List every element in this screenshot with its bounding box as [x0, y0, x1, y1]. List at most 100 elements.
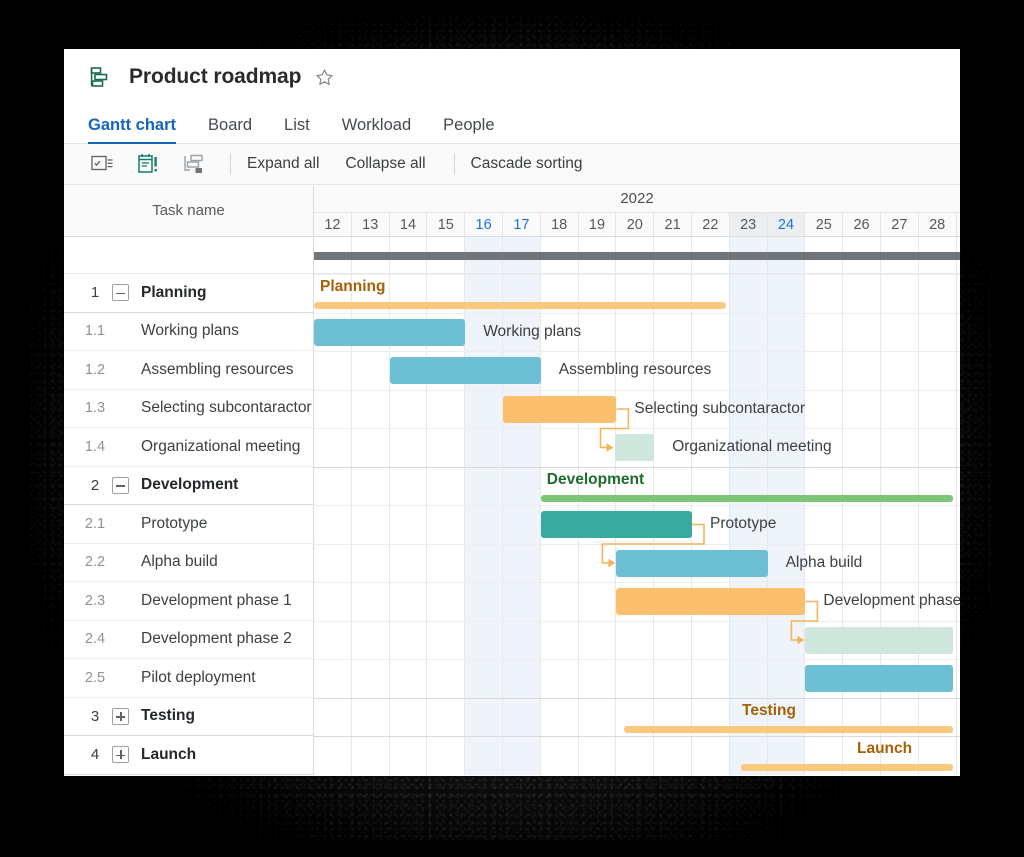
view-tab-bar: Gantt chart Board List Workload People — [64, 105, 960, 144]
week-header-cell[interactable]: 23 — [730, 213, 768, 236]
gantt-task-bar[interactable] — [805, 627, 952, 654]
gantt-task-bar[interactable] — [390, 357, 541, 384]
task-name-label: Development phase 2 — [141, 630, 292, 648]
collapse-all-button[interactable]: Collapse all — [345, 155, 425, 173]
task-row[interactable]: 1Planning — [64, 274, 313, 313]
gantt-task-bar[interactable] — [541, 511, 692, 538]
task-wbs-number: 2 — [78, 477, 112, 494]
task-wbs-number: 1.3 — [78, 400, 112, 416]
row-gridline — [314, 582, 960, 583]
task-row[interactable]: 1.3Selecting subcontaractor — [64, 390, 313, 429]
week-header-cell[interactable]: 19 — [579, 213, 617, 236]
column-gridline — [804, 237, 805, 775]
gantt-bar-label: Prototype — [710, 515, 776, 533]
task-row[interactable]: 4Launch — [64, 736, 313, 775]
collapse-group-icon[interactable] — [112, 284, 129, 301]
week-header-cell[interactable]: 20 — [616, 213, 654, 236]
task-row[interactable]: 2.3Development phase 1 — [64, 582, 313, 621]
gantt-summary-bar[interactable] — [741, 764, 953, 771]
task-row[interactable]: 3Testing — [64, 698, 313, 737]
week-header-cell[interactable]: 26 — [843, 213, 881, 236]
collapse-group-icon[interactable] — [112, 477, 129, 494]
gantt-summary-bar[interactable] — [624, 726, 953, 733]
week-header-cell[interactable]: 24 — [768, 213, 806, 236]
task-row[interactable]: 2.5Pilot deployment — [64, 659, 313, 698]
task-row[interactable]: 2.4Development phase 2 — [64, 621, 313, 660]
task-name-label: Prototype — [141, 515, 207, 533]
dependency-arrow — [314, 237, 960, 775]
gantt-task-bar[interactable] — [503, 396, 616, 423]
column-gridline — [540, 237, 541, 775]
star-outline-icon[interactable] — [315, 68, 334, 87]
week-header-cell[interactable]: 12 — [314, 213, 352, 236]
task-wbs-number: 1.4 — [78, 439, 112, 455]
tab-workload[interactable]: Workload — [342, 116, 411, 143]
row-gridline — [314, 621, 960, 622]
week-header-cell[interactable]: 15 — [427, 213, 465, 236]
gantt-summary-bar[interactable] — [314, 302, 726, 309]
cascade-sorting-button[interactable]: Cascade sorting — [471, 155, 583, 173]
task-row[interactable]: 2.1 Prototype — [64, 505, 313, 544]
gantt-summary-label: Development — [547, 471, 644, 489]
tab-gantt-chart[interactable]: Gantt chart — [88, 116, 176, 143]
indent-structure-icon[interactable] — [182, 152, 206, 176]
gantt-task-bar[interactable] — [615, 434, 655, 461]
task-wbs-number: 2.2 — [78, 554, 112, 570]
expand-all-button[interactable]: Expand all — [247, 155, 319, 173]
week-header-cell[interactable]: 18 — [541, 213, 579, 236]
task-row[interactable]: 1.1Working plans — [64, 313, 313, 352]
week-header-cell[interactable]: 13 — [352, 213, 390, 236]
column-gridline — [351, 237, 352, 775]
row-gridline — [314, 698, 960, 699]
task-checklist-icon[interactable] — [90, 152, 114, 176]
task-row[interactable]: 1.4 Organizational meeting — [64, 428, 313, 467]
task-name-column-header[interactable]: Task name — [64, 185, 313, 237]
week-header-cell[interactable]: 22 — [692, 213, 730, 236]
task-row[interactable]: 2.2Alpha build — [64, 544, 313, 583]
week-header-cell[interactable]: 17 — [503, 213, 541, 236]
task-name-label: Development — [141, 476, 238, 494]
week-header-cell[interactable]: 28 — [919, 213, 957, 236]
gantt-task-bar[interactable] — [314, 319, 465, 346]
gantt-task-bar[interactable] — [616, 550, 767, 577]
horizontal-scrollbar[interactable] — [314, 252, 960, 260]
task-row[interactable]: 1.2Assembling resources — [64, 351, 313, 390]
gantt-project-icon — [89, 65, 113, 89]
column-gridline — [389, 237, 390, 775]
gantt-bar-label: Working plans — [483, 323, 581, 341]
gantt-task-bar[interactable] — [805, 665, 952, 692]
expand-group-icon[interactable] — [112, 708, 129, 725]
week-header-cell[interactable]: 25 — [805, 213, 843, 236]
task-wbs-number: 2.1 — [78, 516, 112, 532]
gantt-summary-bar[interactable] — [541, 495, 953, 502]
column-gridline — [842, 237, 843, 775]
row-gridline — [314, 428, 960, 429]
week-header-cell[interactable]: 14 — [390, 213, 428, 236]
tab-list[interactable]: List — [284, 116, 310, 143]
column-gridline — [880, 237, 881, 775]
tab-board[interactable]: Board — [208, 116, 252, 143]
column-gridline — [918, 237, 919, 775]
task-row-list: 1Planning1.1Working plans1.2Assembling r… — [64, 274, 313, 775]
week-header-cell[interactable]: 27 — [881, 213, 919, 236]
timeline-week-header: 1213141516171819202122232425262728 — [314, 213, 960, 237]
toolbar-divider-1 — [230, 153, 231, 175]
row-gridline — [314, 467, 960, 468]
gantt-bar-label: Organizational meeting — [672, 438, 831, 456]
gantt-bar-label: Selecting subcontaractor — [634, 400, 805, 418]
tab-people[interactable]: People — [443, 116, 494, 143]
column-gridline — [691, 237, 692, 775]
week-header-cell[interactable]: 21 — [654, 213, 692, 236]
task-name-label: Testing — [141, 707, 195, 725]
timeline-canvas: PlanningWorking plansAssembling resource… — [314, 237, 960, 775]
critical-path-icon[interactable] — [136, 152, 160, 176]
grid-spacer-row — [64, 237, 313, 274]
task-row[interactable]: 2 Development — [64, 467, 313, 506]
row-gridline — [314, 390, 960, 391]
task-name-label: Organizational meeting — [141, 438, 300, 456]
gantt-task-bar[interactable] — [616, 588, 805, 615]
column-gridline — [615, 237, 616, 775]
expand-group-icon[interactable] — [112, 746, 129, 763]
highlighted-week-column — [730, 237, 768, 775]
week-header-cell[interactable]: 16 — [465, 213, 503, 236]
